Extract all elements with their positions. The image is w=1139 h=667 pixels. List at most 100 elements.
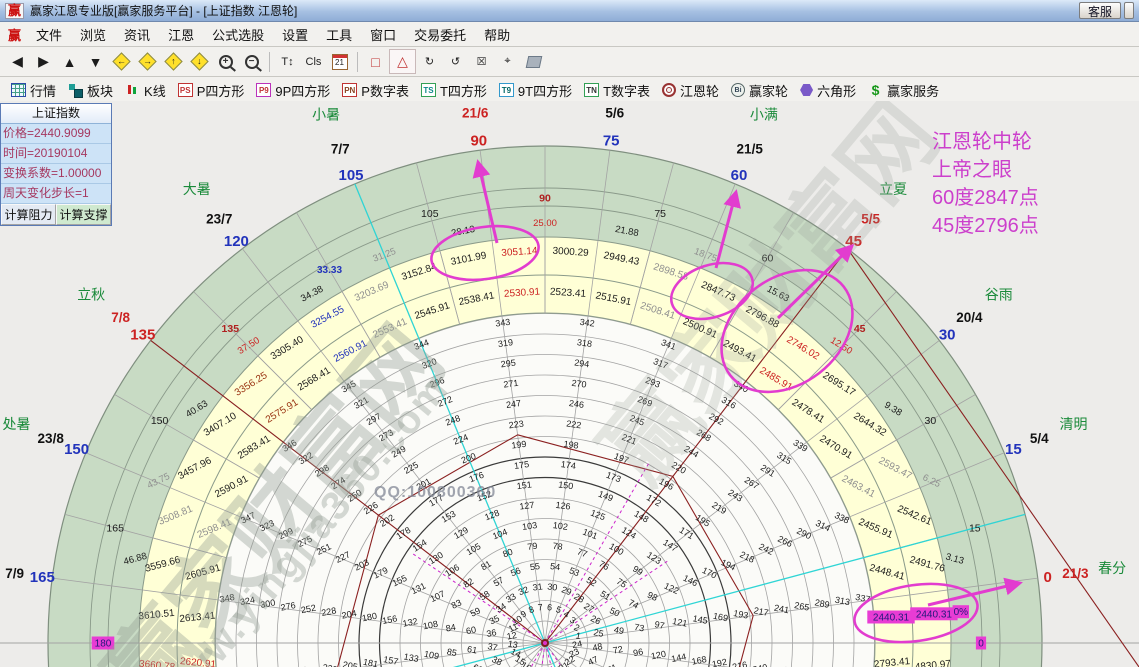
down-icon[interactable]: ▼ (83, 50, 108, 73)
panel-field-3[interactable]: 周天变化步长=1 (1, 184, 111, 204)
annotation-text: 江恩轮中轮 上帝之眼 60度2847点 45度2796点 (932, 131, 1039, 237)
triangle-tool-icon[interactable]: △ (389, 49, 416, 74)
kefu-button[interactable]: 客服 (1078, 2, 1121, 19)
svg-text:127: 127 (519, 500, 535, 512)
svg-text:25: 25 (593, 627, 605, 639)
panel-field-1[interactable]: 时间=20190104 (1, 144, 111, 164)
svg-text:21/3: 21/3 (1062, 566, 1089, 581)
svg-text:222: 222 (566, 418, 582, 430)
pan-up-icon[interactable]: ↑ (161, 50, 186, 73)
板块-icon (68, 83, 84, 98)
svg-text:90: 90 (470, 133, 487, 150)
svg-text:343: 343 (495, 317, 511, 329)
menu-item-3[interactable]: 江恩 (159, 26, 203, 45)
svg-text:75: 75 (603, 133, 620, 150)
svg-text:247: 247 (505, 398, 521, 410)
panel-field-0[interactable]: 价格=2440.9099 (1, 124, 111, 144)
svg-text:37: 37 (487, 641, 499, 653)
t-scale-icon[interactable]: T↕ (275, 50, 300, 73)
svg-text:295: 295 (500, 357, 516, 369)
view-9-button[interactable]: 江恩轮 (657, 81, 724, 100)
svg-text:5/5: 5/5 (861, 211, 880, 226)
svg-text:126: 126 (555, 500, 571, 512)
svg-text:72: 72 (612, 644, 624, 656)
menu-item-7[interactable]: 窗口 (361, 26, 405, 45)
svg-text:135: 135 (130, 327, 155, 344)
zoom-in-icon[interactable]: + (213, 50, 238, 73)
svg-text:5/6: 5/6 (605, 105, 624, 120)
view-7-button[interactable]: T9 9T四方形 (494, 81, 577, 100)
menu-item-5[interactable]: 设置 (273, 26, 317, 45)
clear-stamp-icon[interactable] (521, 50, 546, 73)
svg-text:105: 105 (338, 167, 363, 184)
panel-button-1[interactable]: 计算支撑 (56, 204, 111, 225)
svg-text:36: 36 (486, 627, 498, 639)
cls-icon[interactable]: Cls (301, 50, 326, 73)
rotate-cw-icon[interactable]: ↻ (417, 50, 442, 73)
up-icon[interactable]: ▲ (57, 50, 82, 73)
menu-item-6[interactable]: 工具 (317, 26, 361, 45)
svg-text:23/8: 23/8 (38, 431, 65, 446)
view-3-button[interactable]: PS P四方形 (173, 81, 250, 100)
svg-text:135: 135 (222, 323, 240, 335)
pan-down-icon[interactable]: ↓ (187, 50, 212, 73)
menu-item-8[interactable]: 交易委托 (405, 26, 475, 45)
P四方形-icon: PS (177, 83, 193, 97)
menu-item-0[interactable]: 文件 (27, 26, 71, 45)
赢家轮-icon: Bi (731, 83, 746, 97)
svg-text:103: 103 (522, 520, 538, 532)
menu-item-1[interactable]: 浏览 (71, 26, 115, 45)
view-5-button[interactable]: PN P数字表 (337, 81, 414, 100)
svg-text:60: 60 (762, 252, 774, 264)
svg-text:271: 271 (503, 378, 519, 390)
main-toolbar: ◀ ▶ ▲ ▼ ← → ↑ ↓ + − T↕ Cls 21 □ △ ↻ ↺ ☒ ⌖ (0, 47, 1139, 77)
view-11-button[interactable]: 六角形 (795, 81, 861, 100)
calendar-icon[interactable]: 21 (327, 50, 352, 73)
panel-field-2[interactable]: 变换系数=1.00000 (1, 164, 111, 184)
view-1-button[interactable]: 板块 (63, 81, 118, 100)
svg-text:97: 97 (654, 619, 666, 631)
pan-right-icon[interactable]: → (135, 50, 160, 73)
svg-text:78: 78 (552, 541, 563, 552)
view-4-button[interactable]: P9 9P四方形 (251, 81, 335, 100)
menu-item-4[interactable]: 公式选股 (203, 26, 273, 45)
view-2-button[interactable]: K线 (120, 81, 171, 100)
menu-item-9[interactable]: 帮助 (475, 26, 519, 45)
center-target-icon[interactable]: ⌖ (495, 50, 520, 73)
svg-text:小暑: 小暑 (312, 106, 340, 122)
menu-item-2[interactable]: 资讯 (115, 26, 159, 45)
title-bar: 赢 赢家江恩专业版[赢家服务平台] - [上证指数 江恩轮] 客服 (0, 0, 1139, 22)
view-6-button[interactable]: TS T四方形 (416, 81, 492, 100)
view-0-button[interactable]: 行情 (6, 81, 61, 100)
panel-button-0[interactable]: 计算阻力 (1, 204, 56, 225)
svg-text:75: 75 (654, 208, 666, 220)
T数字表-icon: TN (584, 83, 600, 97)
svg-text:31: 31 (532, 581, 543, 592)
forward-icon[interactable]: ▶ (31, 50, 56, 73)
rect-tool-icon[interactable]: □ (363, 50, 388, 73)
pan-left-icon[interactable]: ← (109, 50, 134, 73)
symbol-title: 上证指数 (1, 104, 111, 124)
江恩轮-icon (662, 83, 677, 97)
menu-bar: 赢 文件 浏览 资讯 江恩 公式选股 设置 工具 窗口 交易委托 帮助 (0, 22, 1139, 47)
svg-text:处暑: 处暑 (3, 416, 31, 432)
rotate-ccw-icon[interactable]: ↺ (443, 50, 468, 73)
svg-text:342: 342 (579, 317, 595, 329)
行情-icon (11, 83, 26, 97)
svg-text:270: 270 (571, 378, 587, 390)
close-box-icon[interactable]: ☒ (469, 50, 494, 73)
clipped-button[interactable] (1124, 2, 1134, 19)
view-8-button[interactable]: TN T数字表 (579, 81, 655, 100)
svg-text:48: 48 (592, 641, 604, 653)
svg-text:102: 102 (552, 520, 568, 532)
back-icon[interactable]: ◀ (5, 50, 30, 73)
svg-text:20/4: 20/4 (956, 310, 983, 325)
view-12-button[interactable]: $ 赢家服务 (863, 81, 944, 100)
svg-text:165: 165 (30, 569, 55, 586)
view-10-button[interactable]: Bi 赢家轮 (726, 81, 793, 100)
svg-text:54: 54 (549, 561, 560, 572)
svg-text:立秋: 立秋 (77, 287, 105, 303)
svg-text:7/8: 7/8 (111, 310, 130, 325)
quote-panel: 上证指数 价格=2440.9099 时间=20190104 变换系数=1.00000… (0, 103, 112, 226)
zoom-out-icon[interactable]: − (239, 50, 264, 73)
